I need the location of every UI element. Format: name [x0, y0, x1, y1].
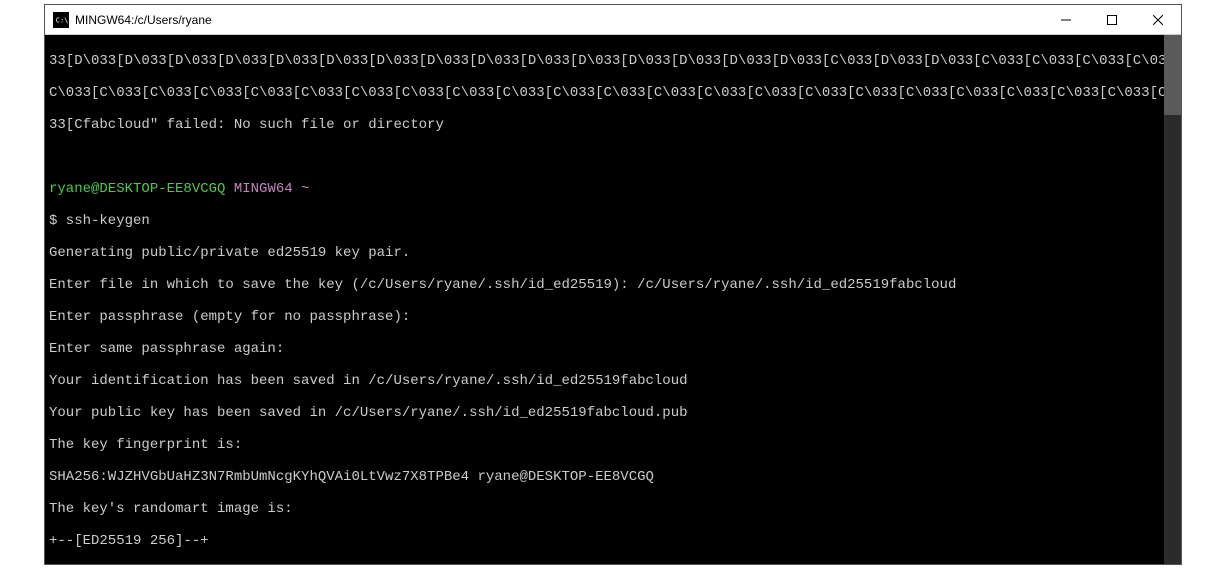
output-line: SHA256:WJZHVGbUaHZ3N7RmbUmNcgKYhQVAi0LtV…: [49, 469, 1177, 485]
close-button[interactable]: [1135, 5, 1181, 34]
terminal-window: C:\ MINGW64:/c/Users/ryane 33[D\033[D\03…: [44, 4, 1182, 565]
svg-text:C:\: C:\: [56, 16, 68, 24]
output-line: Your identification has been saved in /c…: [49, 373, 1177, 389]
output-line: The key fingerprint is:: [49, 437, 1177, 453]
prompt-path: ~: [293, 181, 310, 197]
minimize-button[interactable]: [1043, 5, 1089, 34]
randomart-line: +--[ED25519 256]--+: [49, 533, 1177, 549]
blank-line: [49, 149, 1177, 165]
output-line: Enter file in which to save the key (/c/…: [49, 277, 1177, 293]
scrollbar-thumb[interactable]: [1164, 35, 1181, 115]
output-line: C\033[C\033[C\033[C\033[C\033[C\033[C\03…: [49, 85, 1177, 101]
output-line: Enter passphrase (empty for no passphras…: [49, 309, 1177, 325]
prompt-env: MINGW64: [225, 181, 292, 197]
output-line: 33[D\033[D\033[D\033[D\033[D\033[D\033[D…: [49, 53, 1177, 69]
window-title: MINGW64:/c/Users/ryane: [75, 13, 1043, 27]
command-line: $ ssh-keygen: [49, 213, 1177, 229]
window-titlebar[interactable]: C:\ MINGW64:/c/Users/ryane: [45, 5, 1181, 35]
maximize-button[interactable]: [1089, 5, 1135, 34]
terminal-icon: C:\: [53, 12, 69, 28]
terminal-content[interactable]: 33[D\033[D\033[D\033[D\033[D\033[D\033[D…: [45, 35, 1181, 564]
output-line: The key's randomart image is:: [49, 501, 1177, 517]
output-line: 33[Cfabcloud" failed: No such file or di…: [49, 117, 1177, 133]
terminal-text: 33[D\033[D\033[D\033[D\033[D\033[D\033[D…: [45, 35, 1181, 564]
prompt-line: ryane@DESKTOP-EE8VCGQ MINGW64 ~: [49, 181, 1177, 197]
prompt-user: ryane@DESKTOP-EE8VCGQ: [49, 181, 225, 197]
output-line: Your public key has been saved in /c/Use…: [49, 405, 1177, 421]
scrollbar[interactable]: [1164, 35, 1181, 564]
output-line: Generating public/private ed25519 key pa…: [49, 245, 1177, 261]
output-line: Enter same passphrase again:: [49, 341, 1177, 357]
window-controls: [1043, 5, 1181, 34]
